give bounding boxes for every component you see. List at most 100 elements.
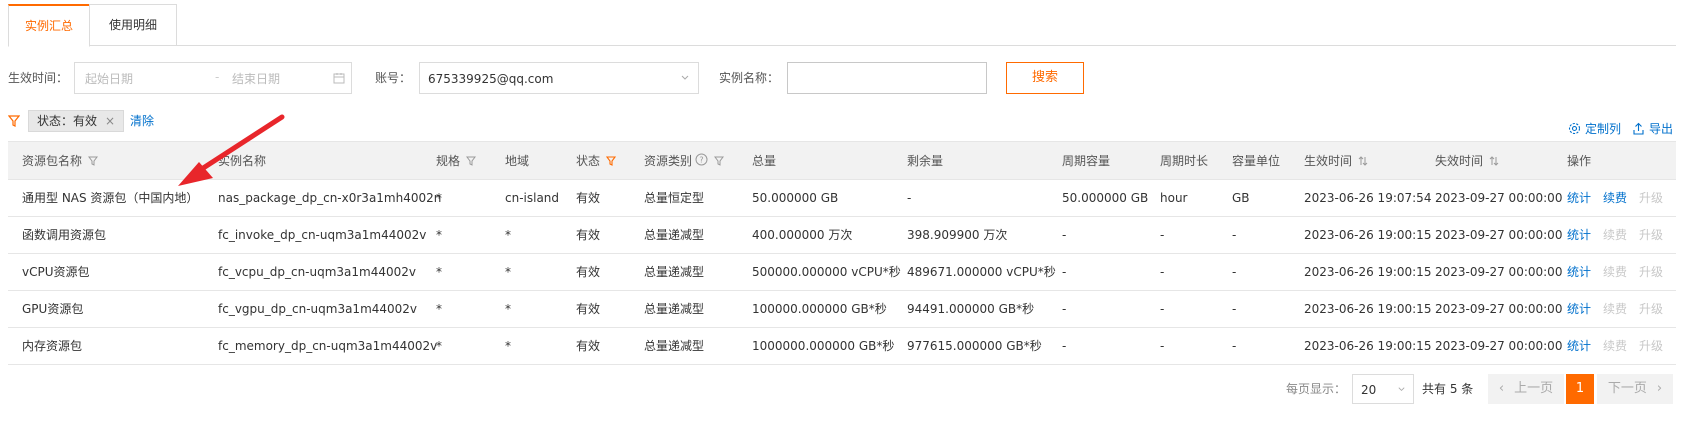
package-name-cell: 函数调用资源包 — [22, 228, 107, 242]
table-row: vCPU资源包 fc_vcpu_dp_cn-uqm3a1m44002v * * 有效 总量… — [8, 254, 1676, 291]
next-page-label: 下一页 — [1607, 381, 1647, 396]
instance-name-cell: fc_memory_dp_cn-uqm3a1m44002v — [218, 339, 438, 353]
cycle-duration-cell: - — [1160, 228, 1165, 242]
cycle-capacity-cell: - — [1062, 339, 1067, 353]
column-header-remaining: 剩余量 — [907, 154, 944, 168]
status-filter-tag: 状态：有效 × — [28, 110, 125, 132]
chevron-down-icon — [1398, 387, 1405, 392]
export-button[interactable]: 导出 — [1632, 120, 1673, 138]
tab-instance-summary[interactable]: 实例汇总 — [8, 4, 90, 47]
spec-cell: * — [436, 302, 442, 316]
renew-link[interactable]: 续费 — [1603, 180, 1627, 216]
prev-page-label: 上一页 — [1514, 381, 1554, 396]
calendar-icon[interactable] — [333, 72, 345, 84]
filter-icon[interactable] — [88, 156, 99, 166]
renew-link: 续费 — [1603, 339, 1628, 353]
per-page-label: 每页显示： — [1286, 382, 1347, 396]
instance-name-input[interactable] — [787, 62, 987, 94]
resource-package-table: 资源包名称 实例名称 规格 地域 状态 资源类别? 总量 剩余量 周期容量 周期… — [8, 141, 1676, 365]
export-label: 导出 — [1649, 122, 1674, 136]
column-header-end-time[interactable]: 失效时间 — [1435, 142, 1499, 179]
column-header-spec[interactable]: 规格 — [436, 142, 477, 179]
table-header: 资源包名称 实例名称 规格 地域 状态 资源类别? 总量 剩余量 周期容量 周期… — [8, 142, 1676, 180]
region-cell: * — [505, 228, 511, 242]
category-cell: 总量递减型 — [644, 228, 705, 242]
start-time-cell: 2023-06-26 19:07:54 — [1304, 191, 1432, 205]
page-size-select[interactable]: 20 — [1352, 374, 1414, 404]
column-header-cycle-duration: 周期时长 — [1160, 154, 1209, 168]
date-separator: - — [215, 70, 220, 84]
customize-columns-button[interactable]: 定制列 — [1568, 120, 1621, 138]
filter-icon[interactable] — [714, 156, 725, 166]
cycle-capacity-cell: - — [1062, 302, 1067, 316]
customize-columns-label: 定制列 — [1585, 122, 1622, 136]
end-time-cell: 2023-09-27 00:00:00 — [1435, 265, 1563, 279]
table-row: 内存资源包 fc_memory_dp_cn-uqm3a1m44002v * * 有效 总量… — [8, 328, 1676, 365]
instance-name-cell: fc_vgpu_dp_cn-uqm3a1m44002v — [218, 302, 418, 316]
upgrade-link: 升级 — [1639, 265, 1664, 279]
start-date-input[interactable]: 起始日期 — [85, 71, 133, 87]
status-cell: 有效 — [576, 302, 601, 316]
total-cell: 500000.000000 vCPU*秒 — [752, 265, 901, 279]
instance-name-cell: fc_invoke_dp_cn-uqm3a1m44002v — [218, 228, 427, 242]
column-header-total: 总量 — [752, 154, 777, 168]
instance-name-cell: nas_package_dp_cn-x0r3a1mh4002n — [218, 191, 442, 205]
close-icon[interactable]: × — [105, 114, 115, 128]
start-time-cell: 2023-06-26 19:00:15 — [1304, 228, 1432, 242]
prev-page-button[interactable]: ‹ 上一页 — [1488, 374, 1564, 404]
region-cell: * — [505, 265, 511, 279]
page-1-button[interactable]: 1 — [1566, 374, 1594, 404]
column-header-instance-name: 实例名称 — [218, 154, 267, 168]
export-icon — [1633, 122, 1644, 135]
status-filter-tag-label: 状态：有效 — [37, 114, 98, 128]
status-cell: 有效 — [576, 265, 601, 279]
sort-icon[interactable] — [1358, 156, 1368, 166]
table-row: 通用型 NAS 资源包（中国内地） nas_package_dp_cn-x0r3a… — [8, 180, 1676, 217]
page-size-value: 20 — [1361, 383, 1377, 397]
stats-link[interactable]: 统计 — [1567, 254, 1591, 290]
account-value: 675339925@qq.com — [428, 72, 554, 86]
package-name-cell: vCPU资源包 — [22, 265, 90, 279]
unit-cell: - — [1232, 265, 1237, 279]
stats-link[interactable]: 统计 — [1567, 180, 1591, 216]
chevron-down-icon — [681, 75, 689, 80]
stats-link[interactable]: 统计 — [1567, 291, 1591, 327]
tab-usage-details[interactable]: 使用明细 — [89, 4, 177, 46]
sort-icon[interactable] — [1489, 156, 1499, 166]
filter-icon[interactable] — [466, 156, 477, 166]
spec-cell: * — [436, 339, 442, 353]
account-label: 账号： — [375, 71, 412, 85]
column-header-start-time[interactable]: 生效时间 — [1304, 142, 1368, 179]
region-cell: * — [505, 302, 511, 316]
end-time-cell: 2023-09-27 00:00:00 — [1435, 339, 1563, 353]
stats-link[interactable]: 统计 — [1567, 217, 1591, 253]
start-time-cell: 2023-06-26 19:00:15 — [1304, 339, 1432, 353]
filter-active-icon[interactable] — [606, 156, 617, 166]
region-cell: * — [505, 339, 511, 353]
next-page-button[interactable]: 下一页 › — [1597, 374, 1673, 404]
account-select[interactable]: 675339925@qq.com — [419, 62, 699, 94]
column-header-cycle-capacity: 周期容量 — [1062, 154, 1111, 168]
status-cell: 有效 — [576, 228, 601, 242]
unit-cell: - — [1232, 228, 1237, 242]
table-row: GPU资源包 fc_vgpu_dp_cn-uqm3a1m44002v * * 有效 总量递… — [8, 291, 1676, 328]
search-button[interactable]: 搜索 — [1006, 62, 1084, 94]
column-header-status[interactable]: 状态 — [576, 142, 617, 179]
renew-link: 续费 — [1603, 228, 1628, 242]
cycle-duration-cell: - — [1160, 302, 1165, 316]
date-range-picker[interactable]: 起始日期 - 结束日期 — [74, 62, 352, 94]
clear-filters-link[interactable]: 清除 — [130, 112, 154, 130]
table-body: 通用型 NAS 资源包（中国内地） nas_package_dp_cn-x0r3a… — [8, 180, 1676, 365]
column-header-package-name[interactable]: 资源包名称 — [22, 142, 99, 179]
total-cell: 1000000.000000 GB*秒 — [752, 339, 895, 353]
stats-link[interactable]: 统计 — [1567, 328, 1591, 364]
spec-cell: * — [436, 191, 442, 205]
column-header-category[interactable]: 资源类别? — [644, 142, 725, 179]
status-cell: 有效 — [576, 339, 601, 353]
package-name-cell: 通用型 NAS 资源包（中国内地） — [22, 191, 199, 205]
start-time-cell: 2023-06-26 19:00:15 — [1304, 265, 1432, 279]
total-cell: 50.000000 GB — [752, 191, 839, 205]
unit-cell: - — [1232, 302, 1237, 316]
end-date-input[interactable]: 结束日期 — [232, 71, 280, 87]
help-icon[interactable]: ? — [695, 153, 708, 166]
